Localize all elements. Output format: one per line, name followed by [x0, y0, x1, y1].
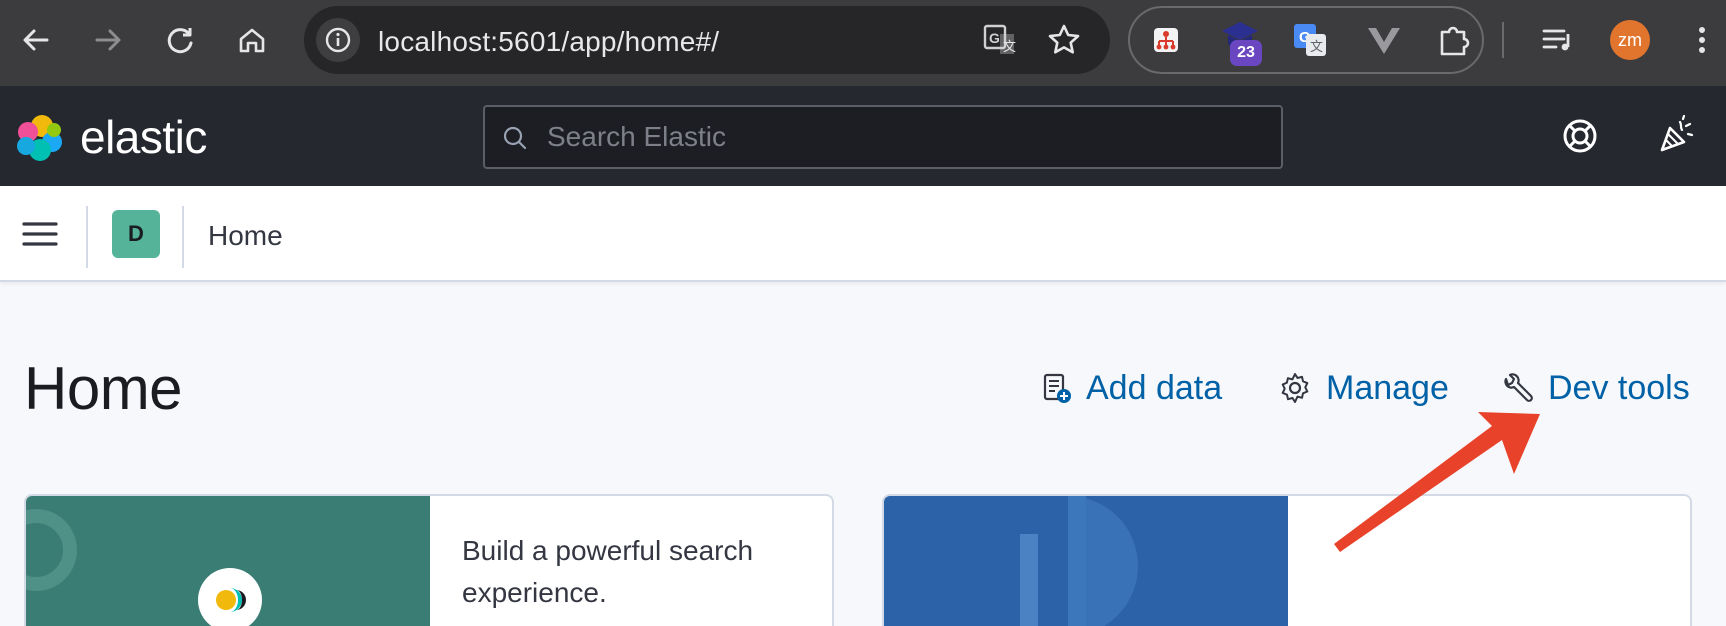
url-text[interactable]: localhost:5601/app/home#/ — [378, 26, 719, 58]
back-arrow-icon — [23, 29, 49, 51]
browser-menu-button[interactable] — [1684, 20, 1720, 60]
global-search[interactable] — [483, 105, 1283, 169]
reload-icon — [167, 28, 193, 54]
extension-google-translate[interactable]: G文 — [1290, 20, 1330, 60]
search-input[interactable] — [547, 107, 1267, 167]
puzzle-icon — [1440, 26, 1470, 56]
home-button[interactable] — [230, 18, 274, 62]
extensions-area: G文 — [1128, 6, 1484, 74]
help-lifebuoy-icon — [1563, 119, 1597, 153]
more-vertical-icon — [1699, 27, 1705, 53]
svg-text:文: 文 — [1003, 40, 1016, 55]
divider — [86, 206, 88, 268]
add-data-icon — [1043, 373, 1071, 403]
forward-button[interactable] — [86, 18, 130, 62]
svg-text:G: G — [989, 30, 1000, 46]
translate-page-button[interactable]: G文 — [980, 20, 1020, 60]
divider — [182, 206, 184, 268]
card-description: Build a powerful search experience. — [462, 535, 754, 608]
star-icon — [1048, 24, 1080, 54]
brand-name: elastic — [80, 111, 207, 163]
site-info-button[interactable] — [316, 18, 360, 62]
extensions-menu-button[interactable] — [1434, 20, 1474, 60]
wrench-icon — [1504, 373, 1533, 402]
hamburger-icon — [22, 222, 58, 246]
browser-toolbar: localhost:5601/app/home#/ G文 G文 23 zm — [0, 0, 1726, 86]
breadcrumb-bar: D Home — [0, 186, 1726, 282]
toolbar-separator — [1502, 22, 1504, 58]
nav-menu-toggle[interactable] — [20, 214, 60, 254]
solution-card-observability[interactable] — [882, 494, 1692, 626]
breadcrumb-current: Home — [208, 220, 283, 251]
card-image — [884, 496, 1288, 626]
whats-new-button[interactable] — [1654, 114, 1698, 158]
add-data-label: Add data — [1086, 368, 1223, 407]
forward-arrow-icon — [95, 29, 121, 51]
card-image — [26, 496, 430, 626]
profile-avatar[interactable]: zm — [1610, 20, 1650, 60]
back-button[interactable] — [14, 18, 58, 62]
sitemap-extension-icon — [1154, 28, 1178, 52]
elastic-logo-icon — [17, 115, 62, 161]
info-icon — [325, 27, 351, 53]
solution-card-search[interactable]: Build a powerful search experience. — [24, 494, 834, 626]
gear-icon — [1281, 373, 1309, 403]
home-icon — [239, 28, 265, 53]
add-data-link[interactable]: Add data — [1042, 364, 1222, 412]
vue-icon — [1368, 28, 1400, 54]
search-icon — [503, 126, 527, 150]
manage-link[interactable]: Manage — [1278, 364, 1449, 412]
page-title: Home — [24, 355, 183, 422]
playlist-icon — [1542, 29, 1570, 51]
reload-button[interactable] — [158, 18, 202, 62]
observability-illustration — [884, 496, 1288, 626]
extension-badge: 23 — [1230, 40, 1262, 66]
enterprise-search-illustration — [26, 496, 430, 626]
kibana-header: elastic — [0, 86, 1726, 186]
translate-icon: G文 — [983, 24, 1016, 55]
reading-list-button[interactable] — [1538, 20, 1578, 60]
help-button[interactable] — [1558, 114, 1602, 158]
manage-label: Manage — [1326, 368, 1449, 407]
extension-vue-devtools[interactable] — [1364, 20, 1404, 60]
elastic-logo[interactable] — [14, 112, 66, 164]
space-selector[interactable]: D — [112, 210, 160, 258]
address-bar[interactable]: localhost:5601/app/home#/ G文 — [304, 6, 1110, 74]
party-popper-icon — [1660, 114, 1694, 152]
svg-text:文: 文 — [1310, 40, 1323, 55]
dev-tools-link[interactable]: Dev tools — [1500, 364, 1690, 412]
bookmark-button[interactable] — [1044, 20, 1084, 60]
dev-tools-label: Dev tools — [1548, 368, 1690, 407]
extension-sitemap[interactable] — [1146, 20, 1186, 60]
google-translate-icon: G文 — [1294, 24, 1326, 56]
